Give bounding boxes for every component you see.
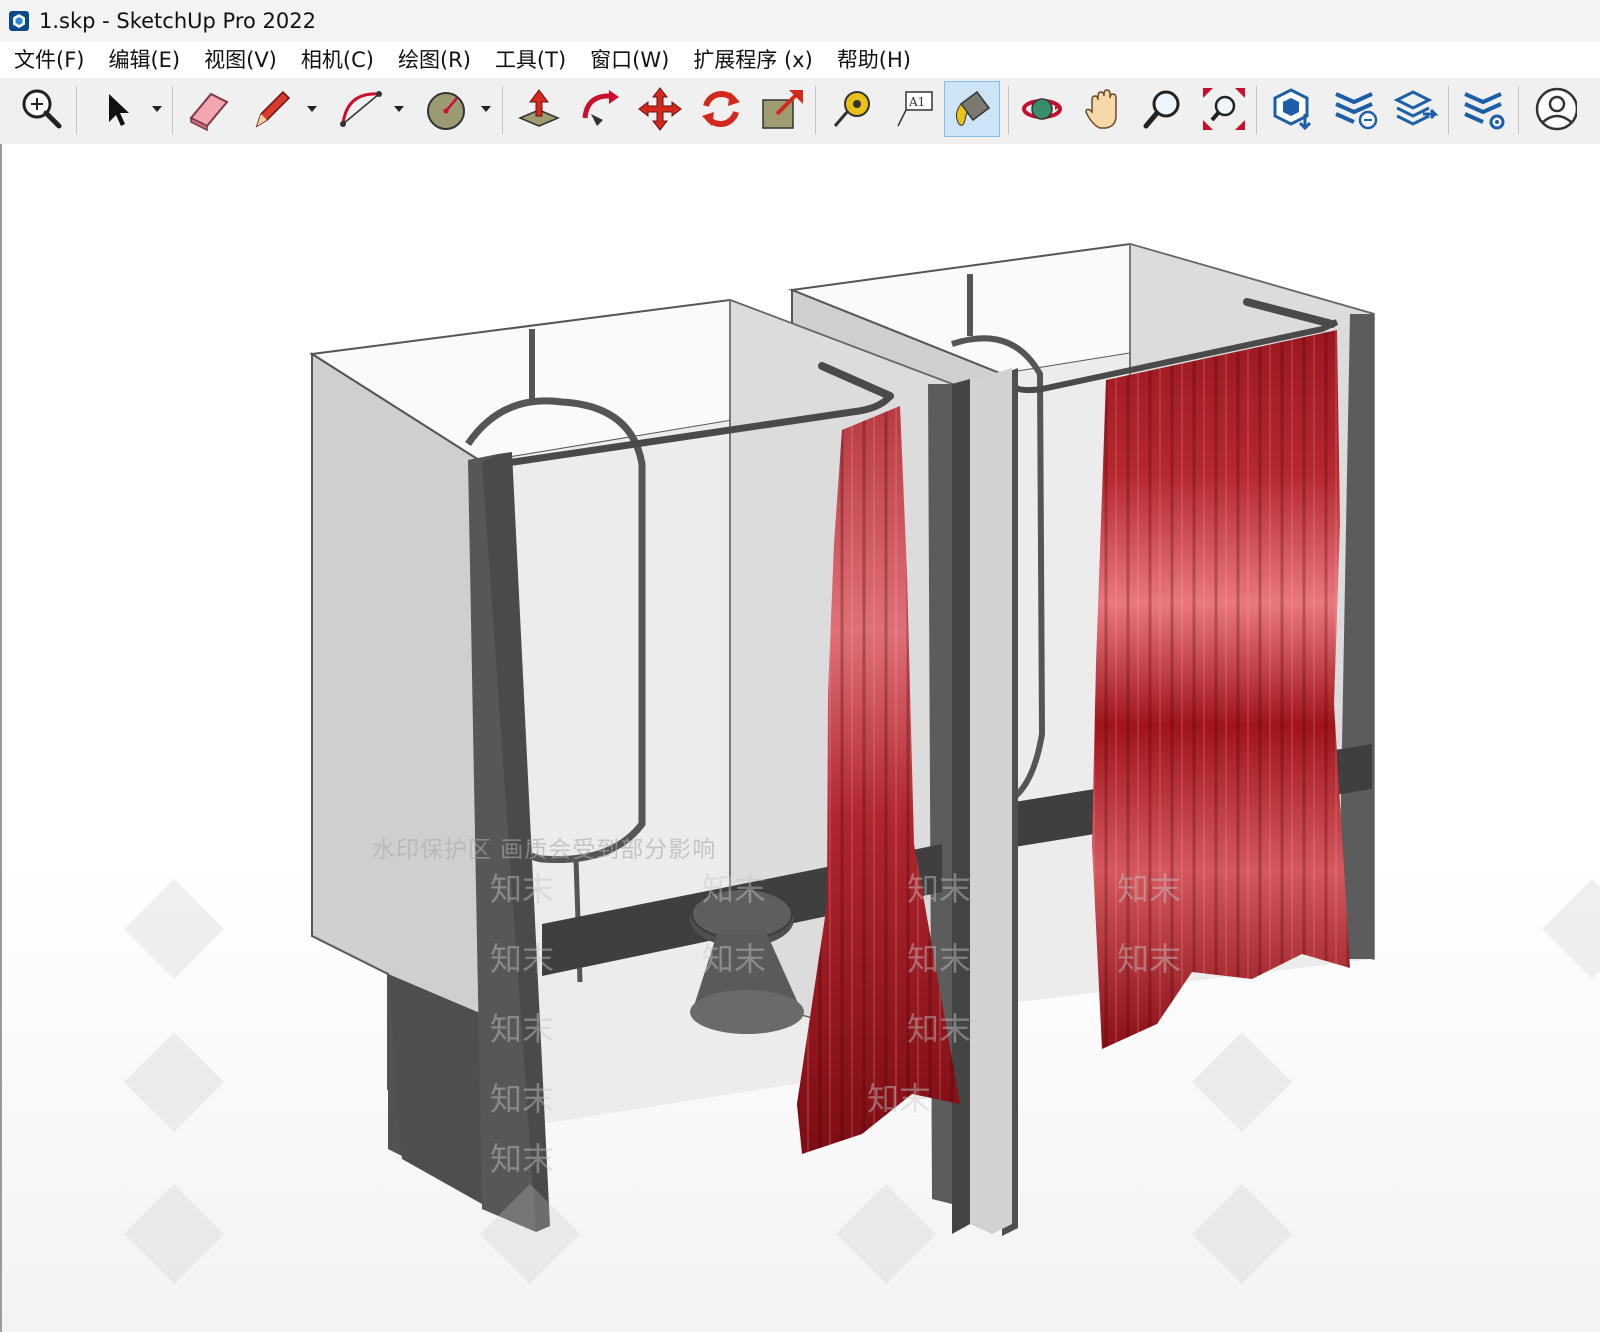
warehouse-button[interactable]: [1266, 81, 1322, 137]
extension-manager-icon: [1464, 92, 1505, 130]
pan-button[interactable]: [1075, 81, 1131, 137]
main-toolbar: A1: [0, 78, 1600, 145]
watermark-logo: 知末: [702, 940, 767, 978]
push-pull-button[interactable]: [511, 81, 567, 137]
watermark-logo: 知末: [490, 870, 555, 908]
menu-draw[interactable]: 绘图(R): [386, 42, 483, 78]
move-button[interactable]: [632, 81, 688, 137]
watermark-logo: 知末: [490, 940, 555, 978]
select-arrow-icon: [109, 94, 129, 126]
user-account-icon: [1535, 87, 1577, 131]
paint-bucket-icon: [955, 90, 991, 126]
extension-warehouse-icon: [1335, 92, 1378, 130]
pencil-line-icon: [255, 90, 291, 128]
svg-text:A1: A1: [908, 95, 925, 109]
follow-me-button[interactable]: [572, 81, 628, 137]
watermark-text: 水印保护区 画质会受到部分影响: [372, 837, 717, 863]
eraser-icon: [189, 92, 229, 132]
watermark-logo: 知末: [907, 1010, 972, 1048]
eraser-button[interactable]: [180, 81, 236, 137]
zoom-icon: [1143, 90, 1180, 129]
fitting-rooms-model[interactable]: [2, 144, 1600, 1332]
watermark-logo: 知末: [1117, 870, 1182, 908]
menu-edit[interactable]: 编辑(E): [96, 42, 192, 78]
watermark-logo: 知末: [490, 1140, 555, 1178]
sketchup-logo-icon: [9, 11, 29, 31]
watermark-logo: 知末: [1117, 940, 1182, 978]
circle-button[interactable]: [418, 81, 474, 137]
user-account-button[interactable]: [1524, 81, 1580, 137]
arc-button[interactable]: [332, 81, 388, 137]
window-title: 1.skp - SketchUp Pro 2022: [39, 9, 316, 33]
zoom-extents-button[interactable]: [14, 81, 70, 137]
extension-manager-button[interactable]: [1456, 81, 1512, 137]
tape-measure-button[interactable]: [824, 81, 880, 137]
follow-me-icon: [582, 90, 619, 126]
circle-icon: [427, 92, 465, 130]
menu-bar: 文件(F) 编辑(E) 视图(V) 相机(C) 绘图(R) 工具(T) 窗口(W…: [0, 42, 1600, 78]
watermark-logo: 知末: [907, 940, 972, 978]
watermark-logo: 知末: [867, 1080, 932, 1118]
extension-warehouse-button[interactable]: [1327, 81, 1383, 137]
select-button[interactable]: [90, 81, 146, 137]
orbit-button[interactable]: [1014, 81, 1070, 137]
menu-camera[interactable]: 相机(C): [289, 42, 386, 78]
rotate-icon: [702, 91, 740, 127]
chevron-down-icon[interactable]: [392, 102, 406, 116]
layout-send-icon: [1393, 90, 1439, 126]
watermark-logo: 知末: [702, 870, 767, 908]
menu-view[interactable]: 视图(V): [192, 42, 289, 78]
title-bar: 1.skp - SketchUp Pro 2022: [0, 0, 1600, 42]
arc-icon: [340, 91, 382, 127]
watermark-logo: 知末: [490, 1080, 555, 1118]
zoom-window-button[interactable]: [1196, 81, 1252, 137]
text-label-icon: A1: [897, 91, 933, 127]
menu-window[interactable]: 窗口(W): [578, 42, 681, 78]
chevron-down-icon[interactable]: [479, 102, 493, 116]
warehouse-icon: [1273, 88, 1312, 131]
send-to-layout-button[interactable]: [1388, 81, 1444, 137]
scale-button[interactable]: [754, 81, 810, 137]
watermark-logo: 知末: [490, 1010, 555, 1048]
chevron-down-icon[interactable]: [150, 102, 164, 116]
zoom-window-icon: [1203, 88, 1245, 130]
zoom-extents-icon: [22, 89, 62, 129]
zoom-button[interactable]: [1135, 81, 1191, 137]
watermark-logo: 知末: [907, 870, 972, 908]
model-viewport[interactable]: 水印保护区 画质会受到部分影响 知末 知末 知末 知末 知末 知末 知末 知末 …: [0, 144, 1600, 1332]
menu-help[interactable]: 帮助(H): [825, 42, 923, 78]
orbit-icon: [1022, 98, 1062, 120]
push-pull-icon: [518, 89, 560, 127]
menu-file[interactable]: 文件(F): [0, 42, 96, 78]
chevron-down-icon[interactable]: [305, 102, 319, 116]
menu-extensions[interactable]: 扩展程序 (x): [681, 42, 825, 78]
tape-measure-icon: [833, 91, 870, 127]
text-button[interactable]: A1: [885, 81, 941, 137]
menu-tools[interactable]: 工具(T): [483, 42, 578, 78]
pan-hand-icon: [1085, 89, 1117, 129]
scale-icon: [762, 90, 803, 129]
move-icon: [638, 87, 682, 131]
line-button[interactable]: [244, 81, 300, 137]
rotate-button[interactable]: [693, 81, 749, 137]
paint-bucket-button[interactable]: [944, 81, 1000, 137]
